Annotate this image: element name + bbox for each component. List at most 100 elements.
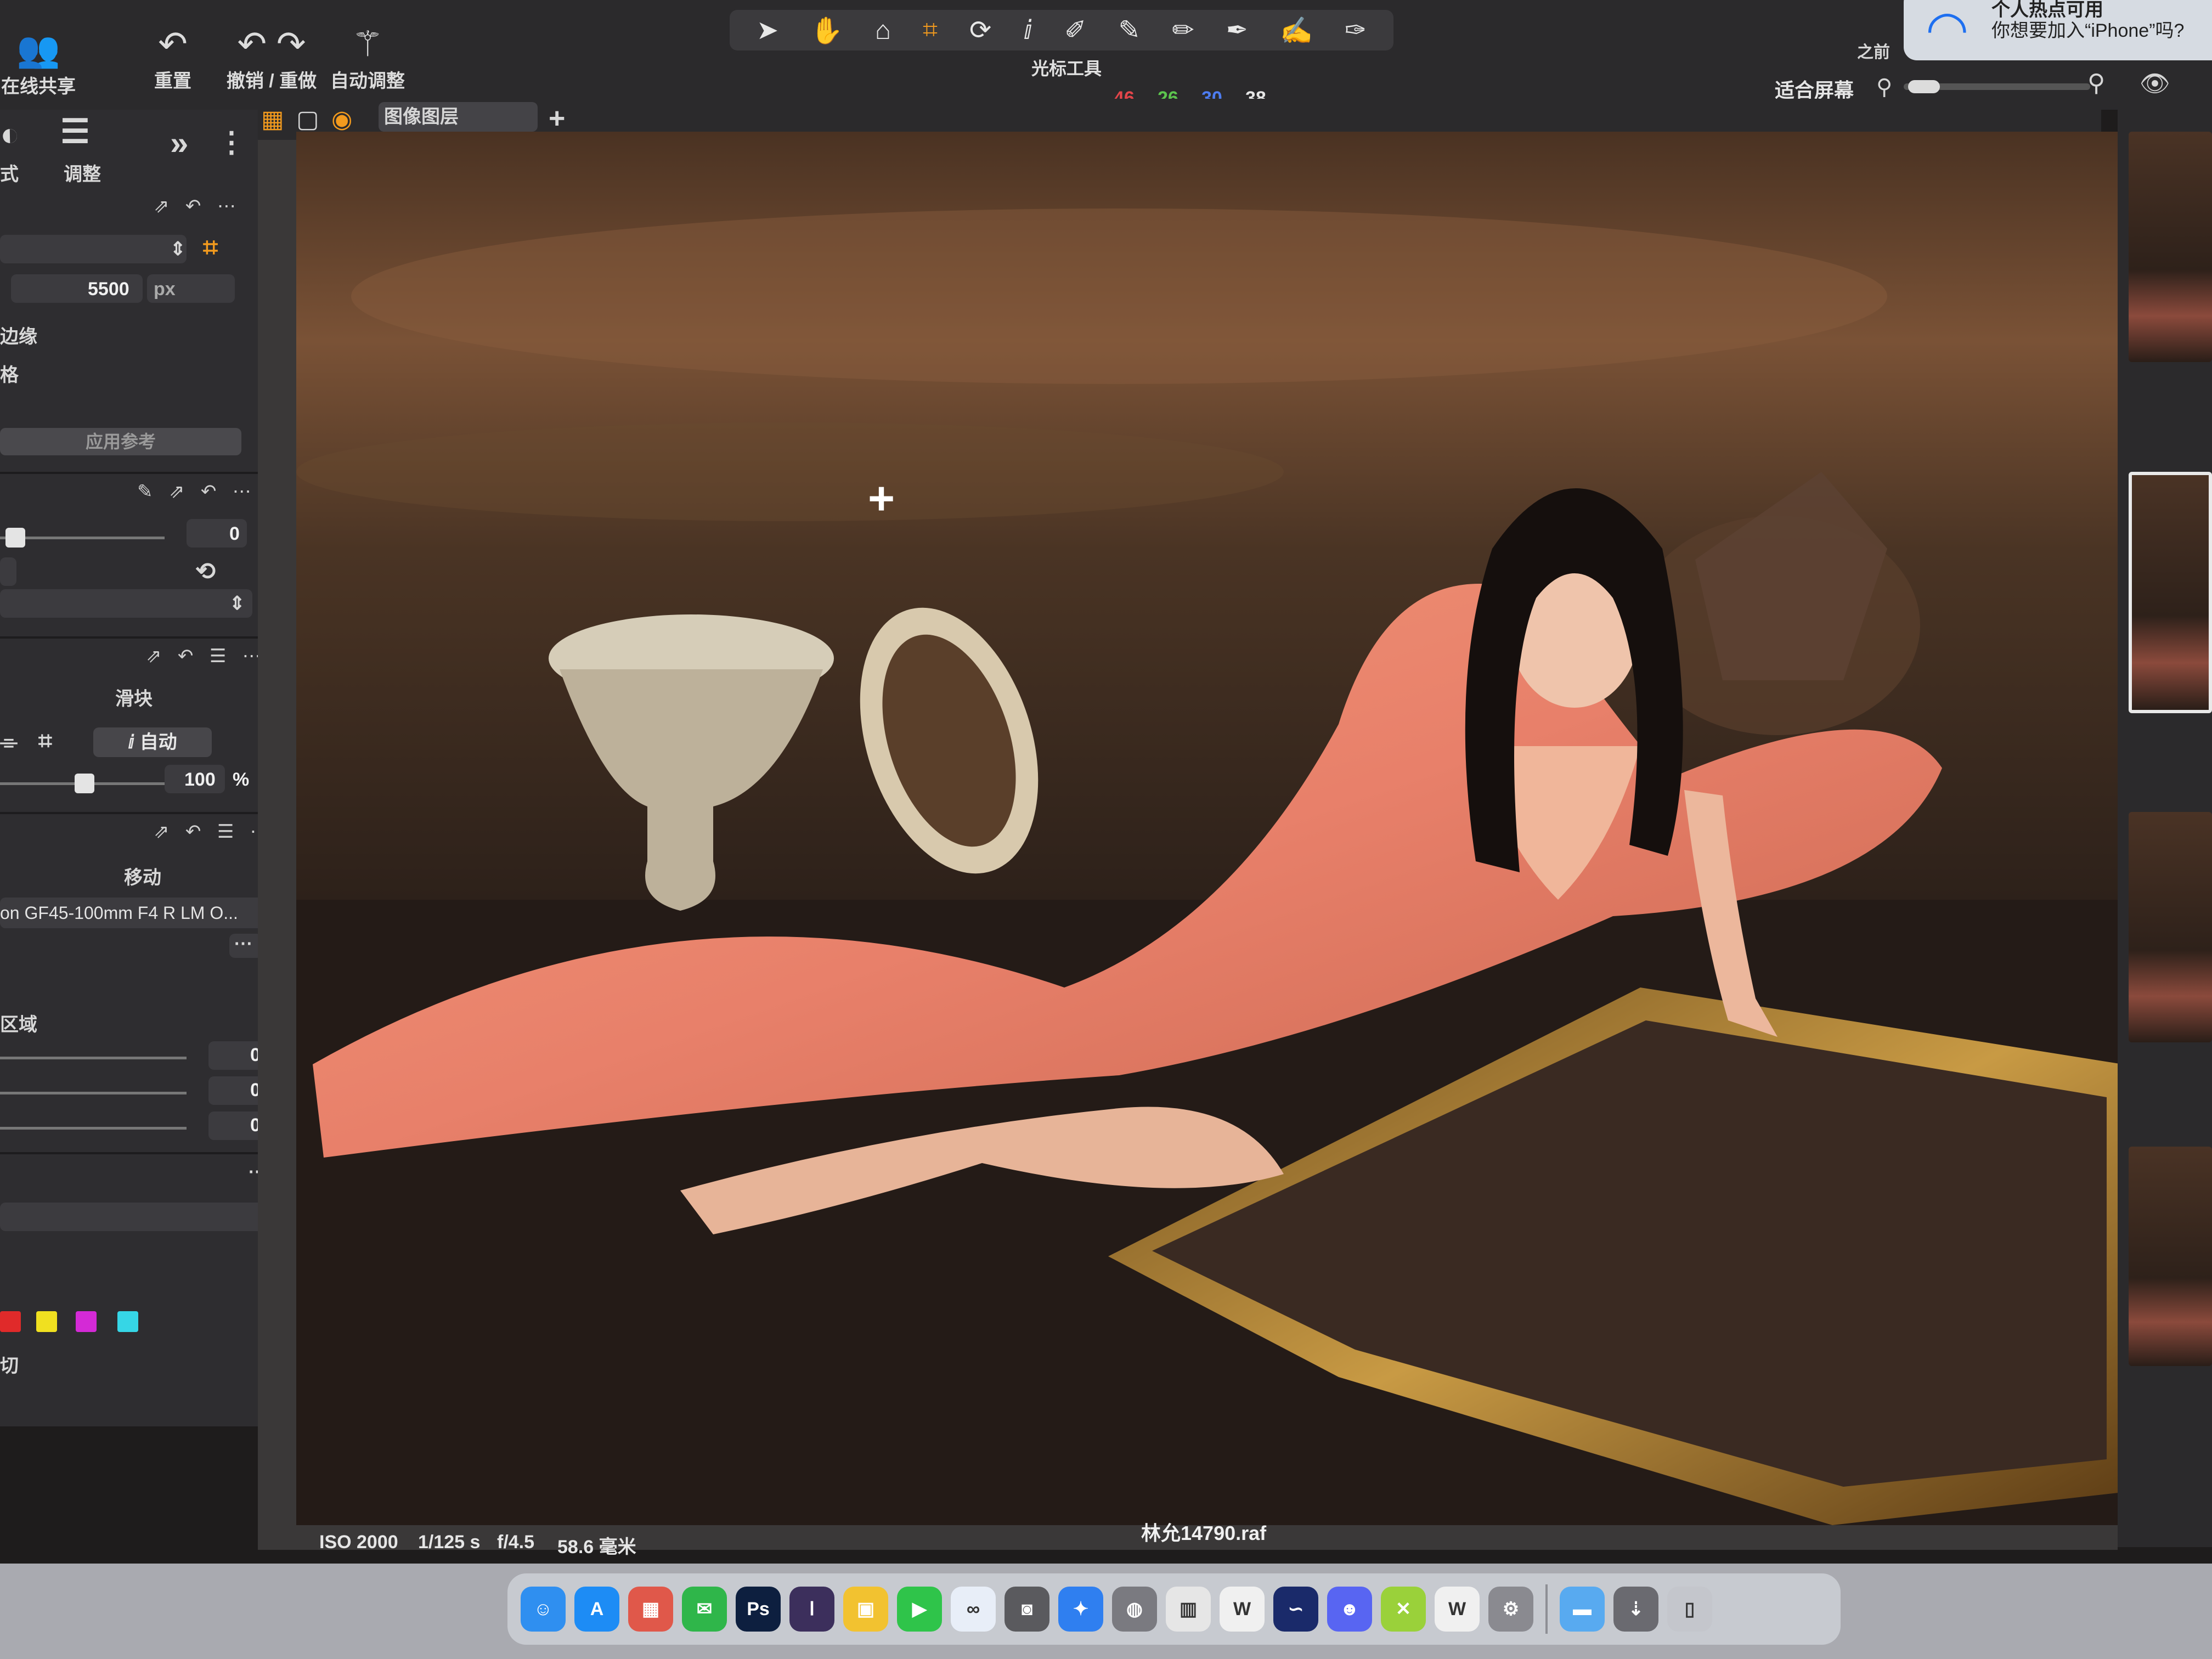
- keystone-icon[interactable]: ⅈ: [1023, 15, 1032, 46]
- trash-icon[interactable]: ▯: [1667, 1587, 1712, 1632]
- settings-icon[interactable]: ⚙: [1488, 1587, 1533, 1632]
- rotation-section-actions[interactable]: ✎ ⇗ ↶ ⋯: [137, 481, 257, 503]
- wechat-icon[interactable]: ✉: [682, 1587, 727, 1632]
- thumbnail[interactable]: [2129, 812, 2212, 1042]
- meeting-icon[interactable]: ∽: [1273, 1587, 1318, 1632]
- lens-profile-select[interactable]: on GF45-100mm F4 R LM O...: [0, 898, 266, 928]
- capture-one-icon[interactable]: Ⅰ: [789, 1587, 834, 1632]
- annotate-icon[interactable]: ✍: [1280, 15, 1313, 46]
- online-share-button[interactable]: 👥 在线共享: [0, 27, 77, 98]
- launchpad-icon[interactable]: ▦: [628, 1587, 673, 1632]
- brush-icon[interactable]: ✎: [1118, 15, 1140, 46]
- gradient-icon[interactable]: ✏: [1172, 15, 1194, 46]
- zoom-in-icon[interactable]: ⚲: [2087, 69, 2105, 97]
- discord-icon[interactable]: ☻: [1327, 1587, 1372, 1632]
- add-layer-icon[interactable]: +: [549, 102, 565, 135]
- color-swatch-red[interactable]: [0, 1311, 21, 1332]
- dock-separator: [1545, 1584, 1548, 1634]
- lens-slider-3[interactable]: [0, 1127, 187, 1130]
- crop-width-value: 5500: [88, 279, 129, 300]
- more-tabs-icon[interactable]: »: [170, 124, 188, 162]
- photo-canvas[interactable]: [296, 132, 2123, 1525]
- lens-region-label: 区域: [0, 1014, 37, 1035]
- color-swatch-magenta[interactable]: [76, 1311, 97, 1332]
- visibility-icon[interactable]: ◉: [331, 105, 352, 133]
- rotation-options-select[interactable]: [0, 589, 252, 618]
- safari-icon[interactable]: ✦: [1058, 1587, 1103, 1632]
- zoom-out-icon[interactable]: ⚲: [1876, 75, 1892, 100]
- lens-slider-1[interactable]: [0, 1057, 187, 1059]
- keystone-auto-button[interactable]: ⅈ 自动: [93, 727, 212, 757]
- magic-wand-icon: ⚚: [352, 24, 383, 64]
- crosshair-cursor-icon: +: [868, 472, 895, 524]
- notification-body: 你想要加入“iPhone”吗?: [1991, 20, 2185, 41]
- undo-redo-button[interactable]: ↶ ↷ 撤销 / 重做: [219, 22, 324, 93]
- keystone-amount-knob[interactable]: [75, 774, 94, 793]
- color-select[interactable]: [0, 1203, 274, 1231]
- color-swatch-yellow[interactable]: [36, 1311, 57, 1332]
- photoshop-icon[interactable]: Ps: [736, 1587, 781, 1632]
- wps-icon[interactable]: W: [1220, 1587, 1265, 1632]
- iso-info: ISO 2000: [319, 1532, 398, 1553]
- reset-button[interactable]: ↶ 重置: [137, 22, 208, 93]
- screenshot-icon[interactable]: ◙: [1005, 1587, 1049, 1632]
- downloads-icon[interactable]: ⇣: [1613, 1587, 1658, 1632]
- eye-icon[interactable]: 👁: [2140, 69, 2170, 98]
- spot-icon[interactable]: ✐: [1064, 15, 1086, 46]
- app-green-icon[interactable]: ✕: [1381, 1587, 1426, 1632]
- style-tab-icon[interactable]: ◐: [0, 115, 20, 153]
- weibo-icon[interactable]: W: [1435, 1587, 1480, 1632]
- keystone-vertical-icon[interactable]: ⌯: [0, 730, 18, 754]
- layer-select[interactable]: 图像图层: [379, 102, 538, 132]
- cursor-tools-label: 光标工具: [1031, 59, 1102, 78]
- crop-ratio-select[interactable]: [0, 235, 187, 263]
- shutter-info: 1/125 s: [418, 1532, 481, 1553]
- apply-reference-button[interactable]: 应用参考: [0, 428, 241, 455]
- auto-adjust-button[interactable]: ⚚ 自动调整: [326, 22, 409, 93]
- baidu-icon[interactable]: ∞: [951, 1587, 996, 1632]
- crop-section-actions[interactable]: ⇗ ↶ ⋯: [154, 195, 241, 217]
- wifi-hotspot-notification[interactable]: ◠ 个人热点可用 你想要加入“iPhone”吗?: [1904, 0, 2212, 60]
- auto-rotate-icon[interactable]: ⟲: [195, 557, 216, 585]
- style-tab-label[interactable]: 式: [0, 159, 19, 186]
- filename-label: 林允14790.raf: [1141, 1522, 1267, 1544]
- keystone-grid-icon[interactable]: ⌗: [38, 727, 52, 755]
- crop-grid-label: 格: [0, 365, 19, 386]
- select-arrow-icon[interactable]: ➤: [757, 15, 778, 46]
- thumbnail-selected[interactable]: [2129, 472, 2212, 713]
- adjust-tab-icon[interactable]: ☰: [60, 112, 90, 151]
- lens-slider-2[interactable]: [0, 1092, 187, 1094]
- thumbnail[interactable]: [2129, 1147, 2212, 1366]
- zoom-slider-knob[interactable]: [1908, 80, 1940, 93]
- macos-dock: ☺ A ▦ ✉ Ps Ⅰ ▣ ▶ ∞ ◙ ✦ ◍ ▥ W ∽ ☻ ✕ W ⚙ ▬ ⇣ ▯: [507, 1573, 1841, 1645]
- color-swatch-cyan[interactable]: [117, 1311, 138, 1332]
- cursor-tools-strip: ➤ ✋ ⌂ ⌗ ⟳ ⅈ ✐ ✎ ✏ ✒ ✍ ✑: [730, 10, 1393, 50]
- before-label[interactable]: 之前: [1857, 38, 1890, 63]
- facetime-icon[interactable]: ▶: [897, 1587, 942, 1632]
- folder-icon[interactable]: ▬: [1560, 1587, 1605, 1632]
- app-store-icon[interactable]: A: [574, 1587, 619, 1632]
- calculator-icon[interactable]: ▥: [1166, 1587, 1211, 1632]
- hand-icon[interactable]: ✋: [810, 15, 843, 46]
- single-view-icon[interactable]: ▢: [296, 105, 319, 133]
- preview-icon[interactable]: ◍: [1112, 1587, 1157, 1632]
- adjust-tab-label[interactable]: 调整: [64, 159, 101, 186]
- finder-icon[interactable]: ☺: [521, 1587, 566, 1632]
- panel-menu-icon[interactable]: ⋮: [217, 126, 246, 159]
- divider: [0, 636, 274, 639]
- focal-length-info: 58.6 毫米: [557, 1537, 636, 1558]
- rotation-slider-knob[interactable]: [5, 528, 25, 548]
- rotate-icon[interactable]: ⟳: [969, 15, 991, 46]
- thumbnail[interactable]: [2129, 132, 2212, 362]
- rotation-mode-field[interactable]: [0, 557, 16, 586]
- crop-icon[interactable]: ⌗: [923, 15, 938, 46]
- grid-view-icon[interactable]: ▦: [261, 105, 284, 133]
- stacks-icon[interactable]: ▣: [843, 1587, 888, 1632]
- crop-tool-icon[interactable]: ⌗: [203, 233, 218, 263]
- pen-icon[interactable]: ✑: [1345, 15, 1367, 46]
- keystone-section-actions[interactable]: ⇗ ↶ ☰ ⋯: [146, 645, 267, 667]
- lens-section-actions[interactable]: ⇗ ↶ ☰ ⋯: [154, 821, 274, 843]
- divider: [0, 1152, 274, 1154]
- picker-icon[interactable]: ✒: [1226, 15, 1248, 46]
- eraser-icon[interactable]: ⌂: [875, 15, 891, 46]
